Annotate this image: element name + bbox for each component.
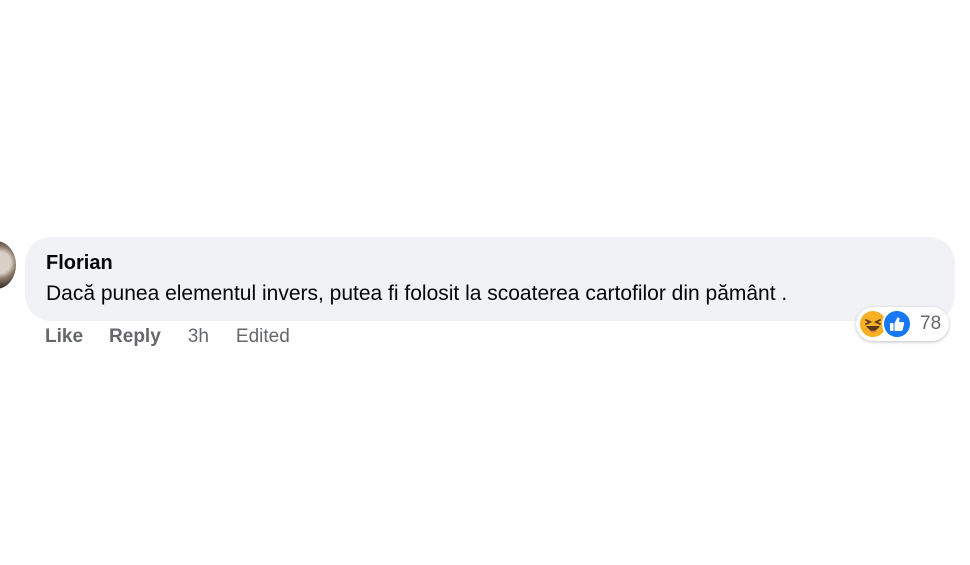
like-icon xyxy=(882,309,912,339)
comment-author[interactable]: Florian xyxy=(46,251,935,275)
avatar[interactable] xyxy=(0,241,16,289)
reactions-summary[interactable]: 78 xyxy=(856,307,950,341)
comment-bubble: Florian Dacă punea elementul invers, put… xyxy=(25,237,955,321)
edited-label: Edited xyxy=(235,326,290,347)
comment-actions: Like Reply 3h Edited xyxy=(45,324,290,350)
reply-button[interactable]: Reply xyxy=(109,324,161,350)
like-button[interactable]: Like xyxy=(45,324,83,350)
timestamp[interactable]: 3h xyxy=(188,324,209,350)
comment-text: Dacă punea elementul invers, putea fi fo… xyxy=(46,282,788,305)
reaction-count: 78 xyxy=(920,313,942,334)
